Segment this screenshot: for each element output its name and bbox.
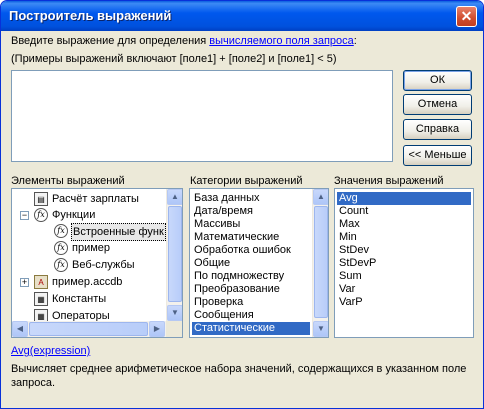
scroll-thumb[interactable] <box>168 206 182 302</box>
scroll-thumb[interactable] <box>314 206 328 318</box>
syntax-link[interactable]: Avg(expression) <box>11 345 90 357</box>
function-description: Вычисляет среднее арифметическое набора … <box>11 363 467 389</box>
tree-item-label: Расчёт зарплаты <box>52 193 139 205</box>
list-item[interactable]: Общие <box>192 257 230 270</box>
ok-button[interactable]: ОК <box>403 70 472 91</box>
constants-icon: ▦ <box>34 292 48 306</box>
list-item[interactable]: Max <box>337 218 360 231</box>
window-title: Построитель выражений <box>9 8 172 23</box>
elements-tree[interactable]: ▤ Расчёт зарплаты − fx Функции fx Встрое… <box>11 188 183 338</box>
expression-input[interactable] <box>11 70 393 162</box>
list-item[interactable]: StDevP <box>337 257 376 270</box>
values-label: Значения выражений <box>334 175 444 187</box>
help-button[interactable]: Справка <box>403 119 472 140</box>
scroll-up-icon[interactable]: ▲ <box>313 189 328 205</box>
list-item[interactable]: База данных <box>192 192 260 205</box>
prompt-colon: : <box>353 35 357 47</box>
list-item-selected[interactable]: Статистические <box>192 322 310 335</box>
list-item[interactable]: Обработка ошибок <box>192 244 291 257</box>
list-item[interactable]: Проверка <box>192 296 243 309</box>
list-item-selected[interactable]: Avg <box>337 192 471 205</box>
list-item[interactable]: Count <box>337 205 368 218</box>
categories-vertical-scrollbar[interactable]: ▲ ▼ <box>312 189 328 337</box>
categories-label: Категории выражений <box>190 175 303 187</box>
elements-label: Элементы выражений <box>11 175 125 187</box>
scroll-left-icon[interactable]: ◀ <box>12 321 28 337</box>
list-item[interactable]: Преобразование <box>192 283 280 296</box>
prompt-line: Введите выражение для определения вычисл… <box>11 35 357 47</box>
calculated-field-link[interactable]: вычисляемого поля запроса <box>209 35 353 47</box>
examples-text: (Примеры выражений включают [поле1] + [п… <box>11 53 337 65</box>
function-icon: fx <box>54 241 68 255</box>
elements-vertical-scrollbar[interactable]: ▲ ▼ <box>166 189 182 321</box>
cancel-button[interactable]: Отмена <box>403 94 472 115</box>
list-item[interactable]: Массивы <box>192 218 240 231</box>
close-button[interactable]: ✕ <box>456 6 477 27</box>
database-icon: A <box>34 275 48 289</box>
tree-item-label: пример.accdb <box>52 276 123 288</box>
title-bar[interactable]: Построитель выражений ✕ <box>1 1 483 31</box>
list-item[interactable]: Min <box>337 231 357 244</box>
values-list[interactable]: Avg Count Max Min StDev StDevP Sum Var V… <box>334 188 474 338</box>
list-item[interactable]: Математические <box>192 231 279 244</box>
form-icon: ▤ <box>34 192 48 206</box>
categories-list[interactable]: База данных Дата/время Массивы Математич… <box>189 188 329 338</box>
list-item[interactable]: По подмножеству <box>192 270 284 283</box>
elements-horizontal-scrollbar[interactable]: ◀ ▶ <box>12 321 166 337</box>
less-button[interactable]: << Меньше <box>403 145 472 166</box>
expand-icon[interactable]: + <box>20 278 29 287</box>
scroll-up-icon[interactable]: ▲ <box>167 189 182 205</box>
tree-item-label: Веб-службы <box>72 259 135 271</box>
tree-item-label: Константы <box>52 293 107 305</box>
list-item[interactable]: VarP <box>337 296 363 309</box>
list-item[interactable]: Дата/время <box>192 205 253 218</box>
scroll-down-icon[interactable]: ▼ <box>313 321 328 337</box>
list-item[interactable]: Сообщения <box>192 309 254 322</box>
list-item[interactable]: Sum <box>337 270 362 283</box>
dialog-body: Введите выражение для определения вычисл… <box>1 31 483 408</box>
collapse-icon[interactable]: − <box>20 211 29 220</box>
function-icon: fx <box>34 208 48 222</box>
scroll-corner <box>166 321 182 337</box>
function-icon: fx <box>54 258 68 272</box>
scroll-right-icon[interactable]: ▶ <box>149 321 165 337</box>
function-icon: fx <box>54 224 68 238</box>
scroll-down-icon[interactable]: ▼ <box>167 305 182 321</box>
tree-item-label: Встроенные функ <box>71 223 166 241</box>
tree-item-label: пример <box>72 242 111 254</box>
scroll-thumb[interactable] <box>29 322 148 336</box>
list-item[interactable]: Var <box>337 283 355 296</box>
expression-builder-window: Построитель выражений ✕ Введите выражени… <box>0 0 484 409</box>
prompt-text: Введите выражение для определения <box>11 35 210 47</box>
tree-item-label: Функции <box>52 209 96 221</box>
list-item[interactable]: StDev <box>337 244 369 257</box>
